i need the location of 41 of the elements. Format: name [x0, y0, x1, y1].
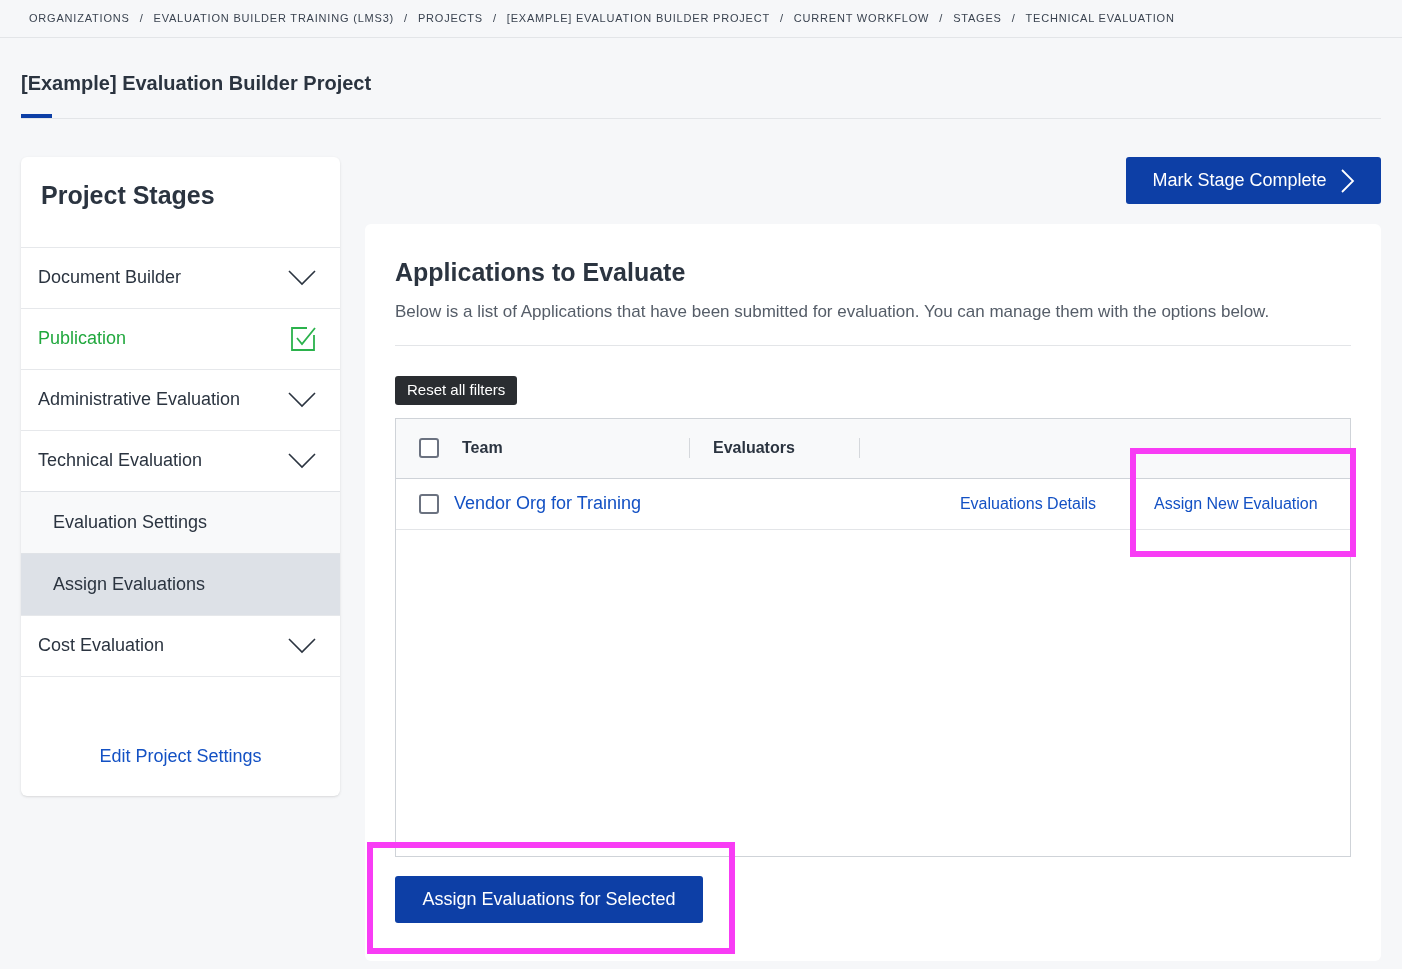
stage-item[interactable]: Cost Evaluation: [21, 614, 340, 676]
sidebar-title: Project Stages: [40, 180, 216, 211]
team-link[interactable]: Vendor Org for Training: [454, 490, 960, 517]
stage-item[interactable]: Document Builder: [21, 246, 340, 308]
page-title: [Example] Evaluation Builder Project: [21, 71, 373, 96]
stage-item[interactable]: Administrative Evaluation: [21, 368, 340, 430]
breadcrumb-separator: /: [493, 11, 497, 27]
reset-filters-button[interactable]: Reset all filters: [395, 375, 518, 405]
chevron-down-icon: [288, 637, 316, 654]
breadcrumb-separator: /: [779, 11, 784, 27]
chevron-down-icon: [288, 391, 316, 408]
sub-stage-item[interactable]: Evaluation Settings: [21, 490, 340, 553]
breadcrumb-separator: /: [404, 11, 408, 27]
breadcrumb-link[interactable]: CURRENT WORKFLOW: [793, 10, 930, 27]
mark-complete-button[interactable]: Mark Stage Complete: [1126, 157, 1381, 204]
stage-item[interactable]: Technical Evaluation: [21, 429, 340, 491]
breadcrumb-link[interactable]: EVALUATION BUILDER TRAINING (LMS3): [153, 10, 395, 27]
column-header: Team: [462, 438, 503, 458]
card-title: Applications to Evaluate: [395, 257, 687, 288]
breadcrumb-link[interactable]: ORGANIZATIONS: [29, 10, 130, 27]
breadcrumb-separator: /: [939, 11, 944, 27]
action-link[interactable]: Assign New Evaluation: [1154, 491, 1318, 516]
checkbox[interactable]: [419, 438, 439, 458]
breadcrumb-link[interactable]: [EXAMPLE] EVALUATION BUILDER PROJECT: [506, 10, 770, 27]
chevron-right-icon: [1340, 168, 1355, 193]
title-underline: [21, 114, 52, 118]
breadcrumb-link[interactable]: PROJECTS: [417, 10, 483, 27]
chevron-down-icon: [288, 452, 316, 469]
sub-stage-item[interactable]: Assign Evaluations: [21, 552, 340, 615]
breadcrumb-separator: /: [1011, 11, 1016, 27]
edit-settings-link[interactable]: Edit Project Settings: [99, 742, 262, 770]
breadcrumb-separator: /: [139, 11, 144, 27]
card-description: Below is a list of Applications that have been submitted for evaluation. You can manage them with the options below.: [395, 297, 1351, 346]
action-link[interactable]: Evaluations Details: [959, 491, 1096, 516]
breadcrumb-link[interactable]: TECHNICAL EVALUATION: [1025, 10, 1175, 27]
chevron-down-icon: [288, 269, 316, 286]
assign-selected-button[interactable]: Assign Evaluations for Selected: [395, 875, 703, 923]
checkbox[interactable]: [419, 493, 439, 514]
column-header: Evaluators: [713, 438, 795, 458]
checked-box-icon: [290, 325, 316, 352]
breadcrumb-link[interactable]: STAGES: [953, 10, 1002, 27]
